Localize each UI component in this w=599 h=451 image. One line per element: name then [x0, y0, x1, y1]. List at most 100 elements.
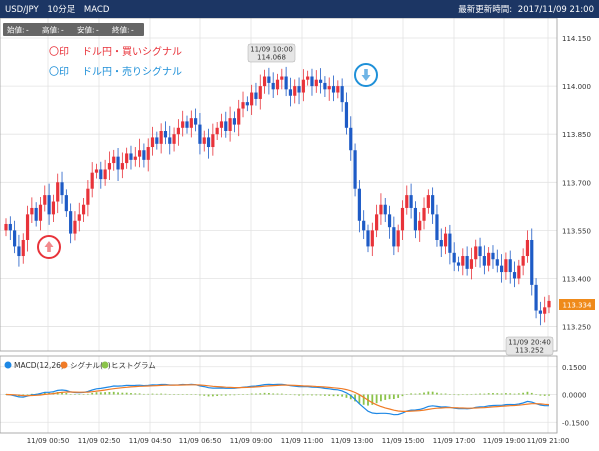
histogram-bar	[237, 394, 240, 395]
candle-body	[99, 169, 103, 180]
price-axis: 114.150 114.000 113.850 113.700 113.550 113.4…	[562, 35, 591, 332]
histogram-bar	[138, 393, 141, 395]
histogram-bar	[155, 393, 158, 395]
histogram-bar	[203, 394, 206, 396]
histogram-bar	[427, 391, 430, 395]
header-left: USD/JPY 10分足 MACD	[5, 3, 115, 15]
candle-body	[271, 82, 275, 90]
candle-body	[482, 256, 486, 266]
histogram-bar	[324, 394, 326, 396]
candle-body	[47, 195, 51, 215]
candle-body	[323, 82, 327, 90]
candle-body	[232, 118, 237, 125]
candle-body	[469, 259, 474, 269]
candle-body	[293, 86, 297, 96]
histogram-bar	[211, 394, 214, 397]
candle-body	[379, 204, 383, 215]
low-callout-time: 11/09 20:40	[508, 339, 551, 347]
histogram-bar	[384, 394, 387, 400]
candle-body	[267, 76, 271, 83]
histogram-series	[5, 391, 550, 406]
candle-body	[422, 207, 426, 221]
candle-body	[142, 150, 146, 160]
price-tick-label: 113.850	[562, 131, 591, 139]
close-label: 終値:	[112, 25, 130, 35]
histogram-bar	[535, 394, 537, 395]
candle-body	[474, 246, 478, 260]
histogram-bar	[500, 393, 503, 395]
candle-body	[241, 102, 245, 109]
candle-body	[310, 76, 314, 87]
candle-body	[21, 240, 25, 257]
indicator-label[interactable]: MACD	[84, 5, 109, 15]
histogram-bar	[401, 394, 404, 397]
candle-body	[94, 169, 99, 173]
histogram-bar	[505, 393, 507, 395]
candle-body	[86, 188, 90, 205]
histogram-bar	[380, 394, 382, 402]
histogram-bar	[461, 394, 464, 395]
histogram-legend-label: ヒストグラム	[111, 360, 156, 370]
histogram-bar	[517, 393, 520, 395]
buy-signal-marker[interactable]	[37, 235, 61, 259]
interval-label[interactable]: 10分足	[47, 5, 75, 15]
candle-body	[448, 233, 452, 253]
macd-legend: MACD(12,26) シグナル(9) ヒストグラム	[4, 360, 156, 370]
candle-body	[146, 147, 150, 160]
histogram-bar	[26, 394, 29, 395]
candle-body	[487, 252, 491, 266]
macd-tick-label: -0.1500	[562, 419, 589, 427]
histogram-bar	[194, 394, 197, 395]
histogram-bar	[293, 394, 296, 396]
candle-body	[452, 252, 456, 263]
candle-body	[185, 121, 189, 128]
candle-body	[362, 220, 366, 231]
histogram-bar	[522, 392, 525, 395]
candle-body	[327, 86, 331, 90]
candle-body	[137, 150, 142, 157]
macd-legend-label: MACD(12,26)	[14, 361, 64, 370]
histogram-bar	[86, 393, 89, 395]
candle-body	[38, 204, 43, 221]
histogram-bar	[250, 393, 253, 395]
histogram-bar	[397, 394, 400, 398]
histogram-bar	[242, 394, 244, 395]
candle-body	[461, 256, 465, 266]
time-tick-label: 11/09 00:50	[27, 437, 70, 445]
open-label: 始値:	[7, 25, 25, 35]
histogram-bar	[513, 393, 516, 395]
candle-body	[206, 137, 211, 148]
candle-body	[194, 118, 198, 125]
histogram-bar	[315, 394, 318, 396]
histogram-bar	[267, 393, 270, 395]
candle-body	[366, 230, 370, 247]
candle-body	[224, 121, 228, 131]
ohlc-bar: 始値: - 高値: - 安値: - 終値: -	[3, 23, 144, 36]
time-tick-label: 11/09 17:00	[433, 437, 476, 445]
histogram-bar	[311, 394, 313, 396]
sell-signal-marker[interactable]	[354, 63, 378, 87]
candle-body	[107, 163, 112, 170]
candle-body	[306, 76, 310, 80]
candle-body	[314, 79, 318, 87]
histogram-bar	[483, 393, 486, 395]
histogram-bar	[306, 394, 309, 396]
candle-body	[530, 240, 534, 285]
candle-body	[129, 153, 133, 160]
histogram-bar	[65, 393, 68, 395]
histogram-bar	[151, 393, 154, 395]
histogram-bar	[375, 394, 378, 404]
candle-body	[163, 131, 168, 138]
histogram-bar	[418, 393, 421, 395]
candle-body	[116, 156, 120, 170]
histogram-bar	[199, 394, 201, 396]
symbol-label: USD/JPY	[5, 5, 39, 15]
histogram-bar	[448, 394, 451, 395]
candle-body	[383, 204, 387, 215]
histogram-bar	[125, 392, 128, 395]
candle-body	[4, 223, 8, 231]
histogram-bar	[168, 394, 171, 395]
histogram-bar	[492, 393, 494, 395]
candle-body	[198, 124, 202, 144]
histogram-bar	[362, 394, 365, 405]
